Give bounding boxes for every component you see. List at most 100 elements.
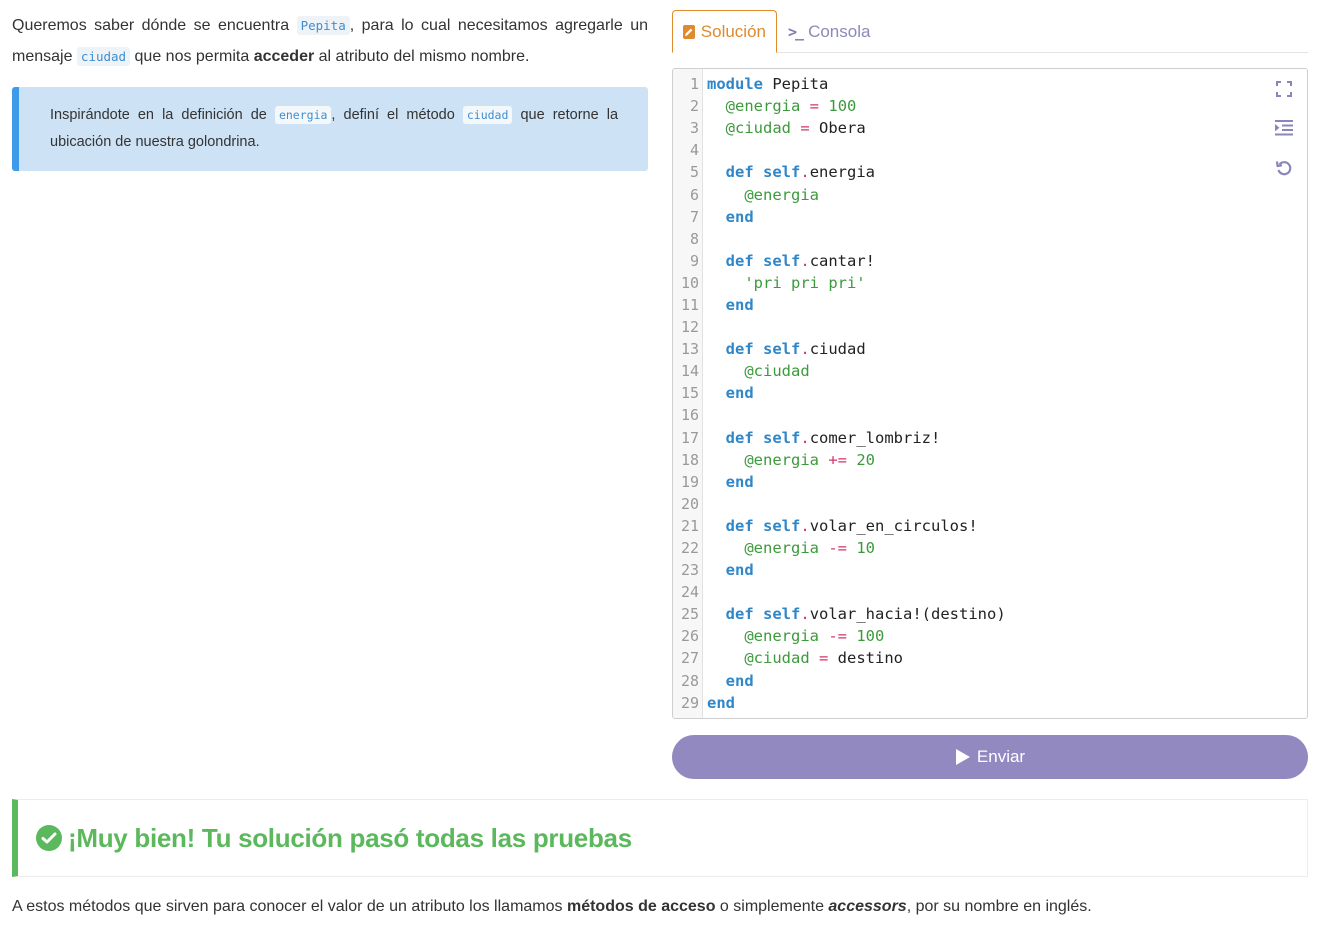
description-bold: acceder bbox=[253, 48, 315, 65]
code-line[interactable]: 7 end bbox=[673, 206, 1307, 228]
code-text: def self.cantar! bbox=[725, 251, 876, 270]
code-line[interactable]: 29 end bbox=[673, 692, 1307, 714]
code-text: end bbox=[725, 671, 754, 690]
outro-text: o simplemente bbox=[715, 898, 829, 915]
play-icon bbox=[955, 749, 970, 765]
code-line[interactable]: 11 end bbox=[673, 294, 1307, 316]
code-text: @ciudad bbox=[744, 362, 810, 381]
fullscreen-icon[interactable] bbox=[1273, 78, 1295, 100]
code-line[interactable]: 6 @energia bbox=[673, 183, 1307, 205]
code-line[interactable]: 16 bbox=[673, 404, 1307, 426]
code-line[interactable]: 1 module Pepita bbox=[673, 73, 1307, 95]
code-text: end bbox=[725, 384, 754, 403]
line-number: 7 bbox=[689, 207, 699, 226]
line-number: 9 bbox=[689, 251, 699, 270]
tip-text: , definí el método bbox=[331, 107, 463, 123]
code-line[interactable]: 19 end bbox=[673, 471, 1307, 493]
tab-console-label: Consola bbox=[808, 21, 871, 41]
pencil-icon bbox=[683, 24, 695, 39]
line-number: 12 bbox=[680, 318, 699, 337]
line-number: 10 bbox=[680, 273, 699, 292]
line-number: 2 bbox=[689, 97, 699, 116]
code-line[interactable]: 23 end bbox=[673, 559, 1307, 581]
code-text: end bbox=[725, 207, 754, 226]
code-text: def self.volar_hacia!(destino) bbox=[725, 605, 1006, 624]
code-line[interactable]: 21 def self.volar_en_circulos! bbox=[673, 515, 1307, 537]
code-line[interactable]: 24 bbox=[673, 581, 1307, 603]
line-number: 8 bbox=[689, 229, 699, 248]
description-text: Queremos saber dónde se encuentra bbox=[12, 17, 297, 34]
code-line[interactable]: 10 'pri pri pri' bbox=[673, 272, 1307, 294]
line-number: 16 bbox=[680, 406, 699, 425]
line-number: 25 bbox=[680, 605, 699, 624]
code-text: end bbox=[707, 693, 735, 712]
submit-button[interactable]: Enviar bbox=[672, 735, 1308, 779]
code-line[interactable]: 8 bbox=[673, 228, 1307, 250]
code-line[interactable]: 18 @energia += 20 bbox=[673, 449, 1307, 471]
tab-solution-label: Solución bbox=[700, 21, 766, 41]
line-number: 15 bbox=[680, 384, 699, 403]
code-text: @ciudad = Obera bbox=[725, 119, 866, 138]
reset-icon[interactable] bbox=[1273, 157, 1295, 179]
line-number: 28 bbox=[680, 671, 699, 690]
code-text: @energia = 100 bbox=[725, 97, 857, 116]
code-lines[interactable]: 1 module Pepita 2 @energia = 100 3 @ciudad … bbox=[673, 73, 1307, 714]
code-text: end bbox=[725, 295, 754, 314]
line-number: 23 bbox=[680, 561, 699, 580]
outro-bold: métodos de acceso bbox=[566, 898, 716, 915]
line-number: 3 bbox=[689, 119, 699, 138]
code-text: 'pri pri pri' bbox=[744, 273, 866, 292]
result-message: ¡Muy bien! Tu solución pasó todas las pr… bbox=[68, 822, 632, 853]
code-text: @ciudad = destino bbox=[744, 649, 903, 668]
result-banner: ¡Muy bien! Tu solución pasó todas las pr… bbox=[12, 799, 1308, 877]
code-line[interactable]: 22 @energia -= 10 bbox=[673, 537, 1307, 559]
code-ciudad: ciudad bbox=[76, 47, 131, 66]
submit-label: Enviar bbox=[976, 747, 1026, 766]
tab-console[interactable]: >_ Consola bbox=[778, 10, 880, 53]
line-number: 6 bbox=[689, 185, 699, 204]
code-pepita: Pepita bbox=[296, 16, 350, 35]
tip-text: Inspirándote en la definición de bbox=[50, 107, 275, 123]
outro-emphasis: accessors bbox=[828, 898, 907, 915]
code-line[interactable]: 17 def self.comer_lombriz! bbox=[673, 427, 1307, 449]
code-line[interactable]: 25 def self.volar_hacia!(destino) bbox=[673, 603, 1307, 625]
code-text: @energia -= 100 bbox=[744, 627, 885, 646]
code-line[interactable]: 28 end bbox=[673, 670, 1307, 692]
tip-box: Inspirándote en la definición de energia… bbox=[12, 87, 648, 171]
exercise-description: Queremos saber dónde se encuentra Pepita… bbox=[12, 10, 648, 72]
format-indent-icon[interactable] bbox=[1273, 117, 1295, 139]
outro-text: , por su nombre en inglés. bbox=[906, 898, 1092, 915]
code-line[interactable]: 2 @energia = 100 bbox=[673, 95, 1307, 117]
line-number: 19 bbox=[680, 472, 699, 491]
line-number: 27 bbox=[680, 649, 699, 668]
code-line[interactable]: 20 bbox=[673, 493, 1307, 515]
code-line[interactable]: 26 @energia -= 100 bbox=[673, 625, 1307, 647]
code-text: def self.ciudad bbox=[725, 340, 866, 359]
line-number: 1 bbox=[689, 75, 699, 94]
code-line[interactable]: 12 bbox=[673, 316, 1307, 338]
line-number: 26 bbox=[680, 627, 699, 646]
line-number: 22 bbox=[680, 539, 699, 558]
code-line[interactable]: 5 def self.energia bbox=[673, 161, 1307, 183]
code-line[interactable]: 15 end bbox=[673, 382, 1307, 404]
code-line[interactable]: 3 @ciudad = Obera bbox=[673, 117, 1307, 139]
line-number: 17 bbox=[680, 428, 699, 447]
tab-solution[interactable]: Solución bbox=[672, 10, 777, 53]
code-text: def self.comer_lombriz! bbox=[725, 428, 941, 447]
code-line[interactable]: 13 def self.ciudad bbox=[673, 338, 1307, 360]
line-number: 18 bbox=[680, 450, 699, 469]
code-line[interactable]: 14 @ciudad bbox=[673, 360, 1307, 382]
terminal-icon: >_ bbox=[788, 22, 804, 41]
line-number: 29 bbox=[680, 693, 699, 712]
description-text: al atributo del mismo nombre. bbox=[314, 48, 530, 65]
code-line[interactable]: 9 def self.cantar! bbox=[673, 250, 1307, 272]
description-text: que nos permita bbox=[130, 48, 254, 65]
code-ciudad: ciudad bbox=[462, 106, 513, 124]
editor-tabs: Solución >_ Consola bbox=[672, 10, 1308, 53]
code-line[interactable]: 4 bbox=[673, 139, 1307, 161]
line-number: 20 bbox=[680, 494, 699, 513]
check-circle-icon bbox=[36, 825, 62, 851]
code-editor[interactable]: 1 module Pepita 2 @energia = 100 3 @ciudad … bbox=[672, 68, 1308, 719]
code-line[interactable]: 27 @ciudad = destino bbox=[673, 647, 1307, 669]
line-number: 11 bbox=[680, 295, 699, 314]
